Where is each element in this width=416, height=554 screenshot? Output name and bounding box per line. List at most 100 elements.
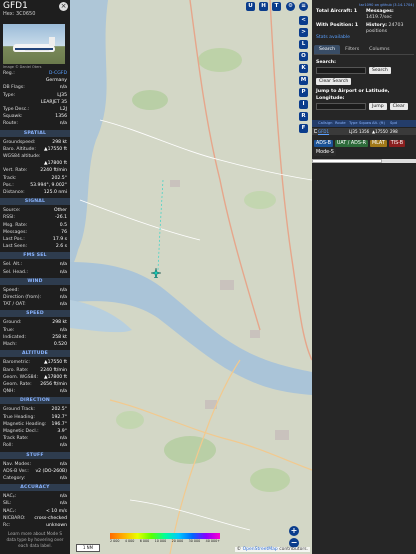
source-filter-ads-b[interactable]: ADS-B: [314, 140, 333, 147]
source-filter-tis-b[interactable]: TIS-B: [388, 140, 405, 147]
close-icon[interactable]: ×: [59, 2, 68, 11]
info-row: Distance: 125.0 nmi: [0, 189, 70, 196]
info-label: NICBARO:: [3, 515, 26, 521]
search-input[interactable]: [316, 67, 366, 74]
map-persistence-button[interactable]: P: [299, 88, 308, 97]
info-label: NACₚ:: [3, 494, 17, 500]
stats-available[interactable]: Stats available: [312, 35, 416, 41]
map-view[interactable]: U H T ⚙ ≡ < > L O K M P I R F + − 1 NM 2 000 4 000…: [70, 0, 312, 554]
info-value: n/a: [59, 287, 67, 293]
altitude-legend-ticks: 2 000 4 000 6 000 10 000 20 000 30 000 40 000+: [110, 539, 220, 543]
info-value: n/a: [59, 269, 67, 275]
with-position-label: With Position:: [316, 23, 354, 28]
info-value: n/a: [59, 475, 67, 481]
info-row: Rc: unknown: [0, 522, 70, 529]
col-route[interactable]: Route: [334, 120, 348, 127]
info-value: n/a: [59, 501, 67, 507]
info-row: DB Flags: n/a: [0, 84, 70, 91]
u-button[interactable]: U: [246, 2, 255, 11]
info-row: Sel. Head.: n/a: [0, 269, 70, 276]
clear-jump-button[interactable]: Clear: [389, 103, 408, 110]
info-label: Sel. Alt.:: [3, 262, 23, 268]
version-link[interactable]: tar1090 on github (3.14.1704): [312, 0, 416, 9]
tab-filters[interactable]: Filters: [340, 45, 364, 54]
tab-search[interactable]: Search: [314, 45, 341, 54]
col-callsign[interactable]: Callsign: [317, 120, 334, 127]
info-row: Baro. Rate: 2240 ft/min: [0, 367, 70, 374]
info-row: Geom. Rate: 2656 ft/min: [0, 381, 70, 388]
table-row[interactable]: GFD1 LJ35 1356 ▲17550 298: [312, 127, 416, 135]
aircraft-table: Callsign Route Type Squawk Alt. (ft) Spd…: [312, 120, 416, 135]
section-header: SPATIAL: [0, 129, 70, 137]
row-altitude: ▲17550: [372, 129, 388, 134]
info-row: Type Desc.: L2J: [0, 106, 70, 113]
jump-button[interactable]: Jump: [369, 103, 387, 110]
info-row: Track Rate: n/a: [0, 435, 70, 442]
jump-label: Jump to Airport or Latitude, Longitude:: [316, 89, 390, 101]
info-label: Barometric:: [3, 360, 30, 366]
map-info-button[interactable]: I: [299, 100, 308, 109]
map-back-button[interactable]: <: [299, 16, 308, 25]
aircraft-photo[interactable]: [3, 24, 65, 64]
info-value: 53.994°, 9.002°: [30, 182, 67, 188]
info-value: 202.5°: [51, 407, 67, 413]
source-filter-uat-ads-r[interactable]: UAT / ADS-R: [334, 140, 368, 147]
source-filter-mlat[interactable]: MLAT: [369, 140, 387, 147]
map-filter-button[interactable]: F: [299, 124, 308, 133]
map-outline-button[interactable]: O: [299, 52, 308, 61]
map-labels-button[interactable]: L: [299, 40, 308, 49]
total-aircraft-stat: Total Aircraft: 1: [316, 9, 366, 21]
info-label: Type:: [3, 92, 16, 98]
section-header: SPEED: [0, 310, 70, 318]
row-type: LJ35: [349, 129, 358, 134]
info-row: NACₚ: n/a: [0, 493, 70, 500]
aircraft-marker-icon[interactable]: [151, 268, 161, 278]
tar1090-app: GFD1 Hex: 3C0650 × Image © Daniel Oters …: [0, 0, 416, 554]
col-type[interactable]: Type: [348, 120, 358, 127]
info-value: L2J: [60, 107, 67, 113]
info-label: Groundspeed:: [3, 139, 36, 145]
osm-link[interactable]: OpenStreetMap: [243, 547, 278, 552]
info-row: WGS84 altitude:: [0, 153, 70, 160]
search-button[interactable]: Search: [369, 67, 391, 74]
info-row: Source: Other: [0, 207, 70, 214]
col-altitude[interactable]: Alt. (ft): [371, 120, 389, 127]
info-value: n/a: [59, 85, 67, 91]
info-value: Germany: [45, 78, 67, 84]
info-value: n/a: [59, 295, 67, 301]
col-squawk[interactable]: Squawk: [358, 120, 371, 127]
altitude-tick: 30 000: [188, 539, 201, 543]
row-callsign[interactable]: GFD1: [317, 128, 334, 135]
map-mode-button[interactable]: M: [299, 76, 308, 85]
info-label: True Heading:: [3, 414, 35, 420]
info-value: ▲17800 ft: [44, 161, 67, 167]
source-filter-mode-s[interactable]: Mode-S: [314, 149, 336, 156]
info-row: QNH: n/a: [0, 388, 70, 395]
zoom-in-button[interactable]: +: [289, 526, 299, 536]
info-label: Direction (from):: [3, 295, 42, 301]
info-value[interactable]: D-CGFD: [49, 70, 67, 77]
info-label: Source:: [3, 208, 21, 214]
info-value: 76: [61, 229, 67, 235]
section-header: FMS SEL: [0, 252, 70, 260]
t-button[interactable]: T: [272, 2, 281, 11]
jump-input[interactable]: [316, 103, 366, 110]
info-row: Route: n/a: [0, 120, 70, 127]
table-scrollbar[interactable]: [312, 159, 416, 163]
info-label: Type Desc.:: [3, 107, 30, 113]
h-button[interactable]: H: [259, 2, 268, 11]
tab-columns[interactable]: Columns: [364, 45, 394, 54]
search-label: Search:: [316, 60, 337, 65]
info-header: GFD1 Hex: 3C0650 ×: [0, 0, 70, 22]
col-speed[interactable]: Spd: [389, 120, 401, 127]
layers-icon[interactable]: ≡: [299, 2, 308, 11]
clear-search-button[interactable]: Clear Search: [316, 78, 352, 85]
map-range-button[interactable]: R: [299, 112, 308, 121]
info-value: ▲17550 ft: [44, 146, 67, 152]
info-value: 2240 ft/min: [40, 367, 67, 373]
settings-icon[interactable]: ⚙: [286, 2, 295, 11]
map-track-button[interactable]: K: [299, 64, 308, 73]
map-forward-button[interactable]: >: [299, 28, 308, 37]
info-value: n/a: [59, 121, 67, 127]
info-label: Last Seen:: [3, 244, 28, 250]
